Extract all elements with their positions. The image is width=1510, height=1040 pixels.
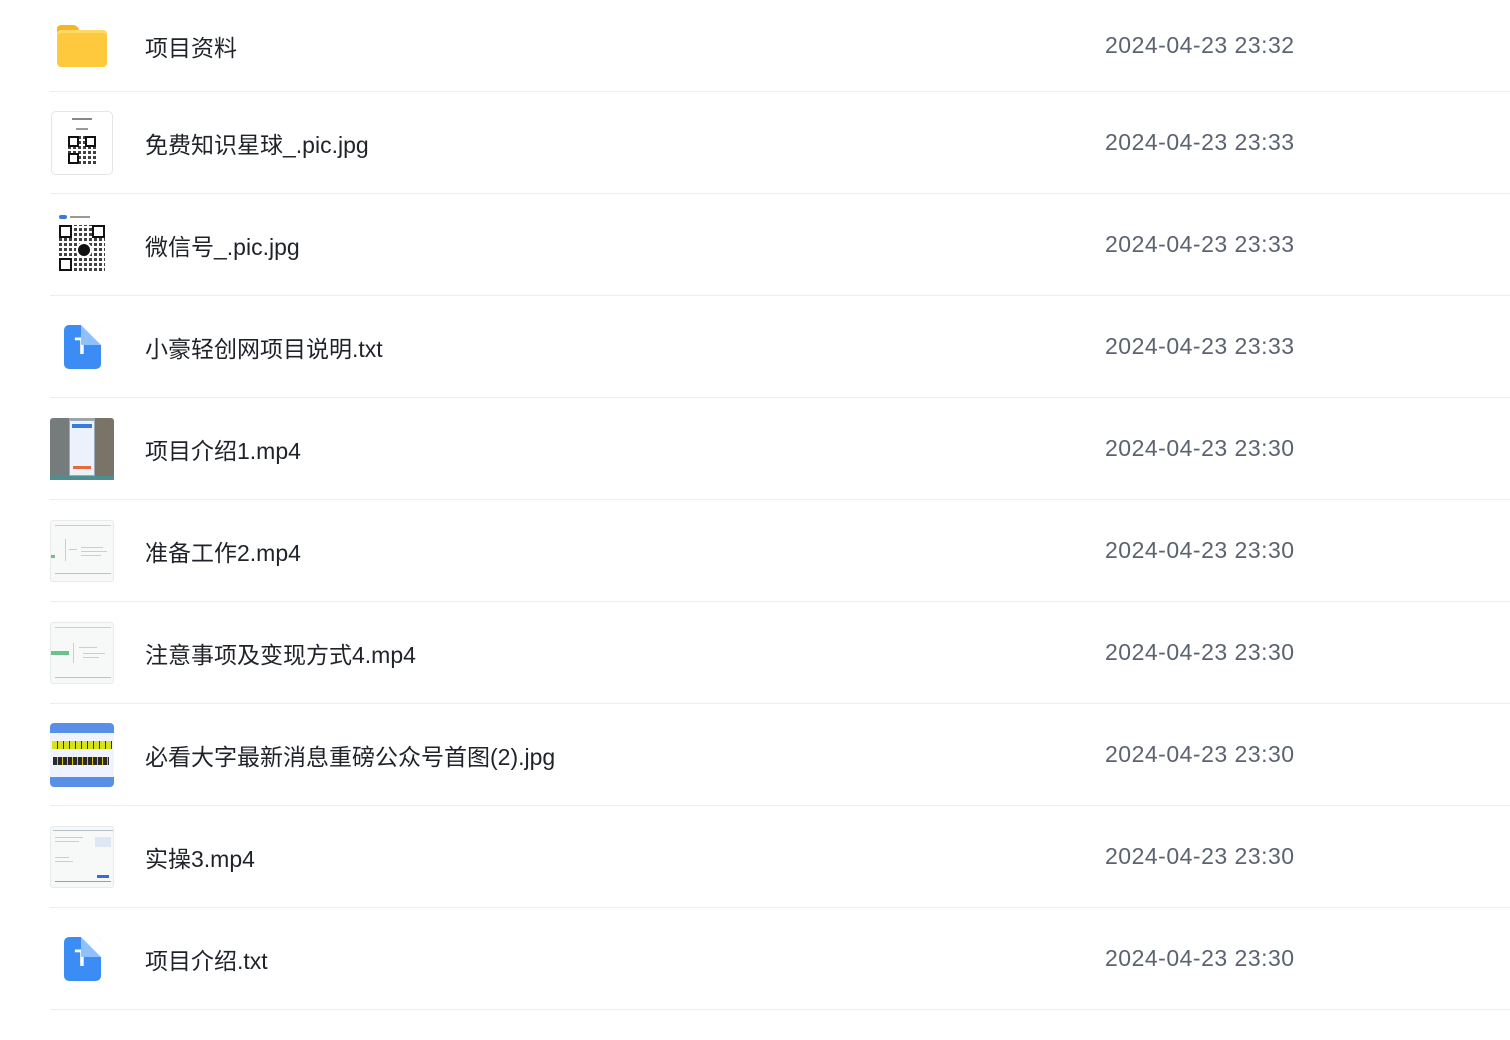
file-name: 注意事项及变现方式4.mp4	[145, 641, 416, 668]
file-row-text[interactable]: T 小豪轻创网项目说明.txt 2024-04-23 23:33	[50, 296, 1510, 398]
video-thumbnail	[50, 417, 114, 481]
file-name: 必看大字最新消息重磅公众号首图(2).jpg	[145, 743, 556, 770]
file-row-video[interactable]: 准备工作2.mp4 2024-04-23 23:30	[50, 500, 1510, 602]
video-thumbnail	[50, 519, 114, 583]
file-modified-time: 2024-04-23 23:30	[1105, 843, 1295, 869]
file-modified-time: 2024-04-23 23:30	[1105, 537, 1295, 563]
file-row-video[interactable]: 注意事项及变现方式4.mp4 2024-04-23 23:30	[50, 602, 1510, 704]
file-modified-time: 2024-04-23 23:33	[1105, 129, 1295, 155]
image-thumbnail	[50, 722, 114, 787]
file-name: 小豪轻创网项目说明.txt	[145, 335, 383, 362]
file-modified-time: 2024-04-23 23:30	[1105, 945, 1295, 971]
file-name: 免费知识星球_.pic.jpg	[145, 131, 369, 158]
file-list: 项目资料 2024-04-23 23:32 免费知识星球_.pic.jpg 20…	[50, 0, 1510, 1010]
video-thumbnail	[50, 621, 114, 685]
file-name: 微信号_.pic.jpg	[145, 233, 300, 260]
file-name: 项目资料	[145, 34, 237, 61]
file-row-folder[interactable]: 项目资料 2024-04-23 23:32	[50, 0, 1510, 92]
file-name: 实操3.mp4	[145, 845, 255, 872]
file-modified-time: 2024-04-23 23:30	[1105, 639, 1295, 665]
qr-image-thumbnail	[50, 213, 114, 277]
video-thumbnail	[50, 825, 114, 889]
file-name: 项目介绍.txt	[145, 947, 268, 974]
file-modified-time: 2024-04-23 23:30	[1105, 741, 1295, 767]
file-name: 准备工作2.mp4	[145, 539, 301, 566]
file-row-image[interactable]: 免费知识星球_.pic.jpg 2024-04-23 23:33	[50, 92, 1510, 194]
file-name: 项目介绍1.mp4	[145, 437, 301, 464]
file-row-video[interactable]: 实操3.mp4 2024-04-23 23:30	[50, 806, 1510, 908]
qr-image-thumbnail	[50, 110, 114, 175]
text-file-icon: T	[50, 927, 114, 991]
file-modified-time: 2024-04-23 23:30	[1105, 435, 1295, 461]
file-modified-time: 2024-04-23 23:33	[1105, 231, 1295, 257]
file-row-image[interactable]: 微信号_.pic.jpg 2024-04-23 23:33	[50, 194, 1510, 296]
file-row-image[interactable]: 必看大字最新消息重磅公众号首图(2).jpg 2024-04-23 23:30	[50, 704, 1510, 806]
file-row-video[interactable]: 项目介绍1.mp4 2024-04-23 23:30	[50, 398, 1510, 500]
file-row-text[interactable]: T 项目介绍.txt 2024-04-23 23:30	[50, 908, 1510, 1010]
file-modified-time: 2024-04-23 23:32	[1105, 32, 1295, 58]
file-modified-time: 2024-04-23 23:33	[1105, 333, 1295, 359]
folder-icon	[50, 14, 114, 78]
text-file-icon: T	[50, 315, 114, 379]
